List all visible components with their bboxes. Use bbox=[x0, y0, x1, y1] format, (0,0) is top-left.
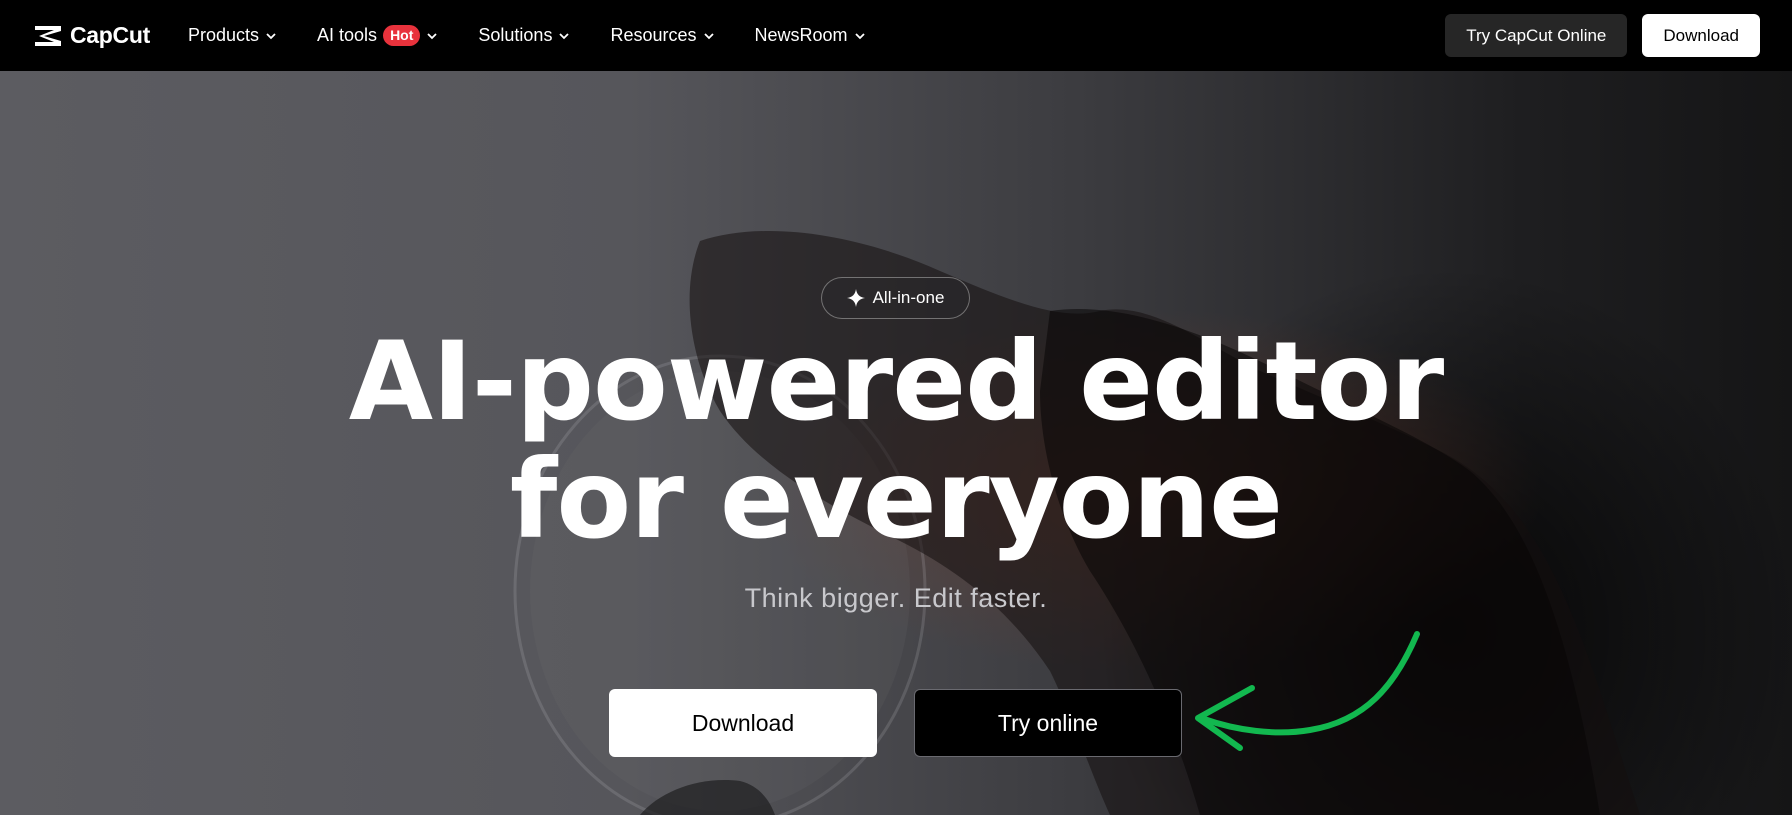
chevron-down-icon bbox=[559, 32, 570, 39]
chevron-down-icon bbox=[854, 32, 865, 39]
hero-section: All-in-one AI-powered editor for everyon… bbox=[0, 71, 1792, 815]
chevron-down-icon bbox=[703, 32, 714, 39]
nav-item-label: NewsRoom bbox=[754, 25, 848, 45]
brand-name: CapCut bbox=[70, 22, 150, 48]
nav-item-ai-tools[interactable]: AI tools Hot bbox=[317, 0, 438, 71]
nav-item-label: Solutions bbox=[478, 25, 553, 45]
hot-badge: Hot bbox=[383, 25, 421, 46]
nav-item-label: Products bbox=[187, 25, 260, 45]
brand-logo[interactable]: CapCut bbox=[32, 22, 150, 49]
pill-label: All-in-one bbox=[872, 288, 945, 307]
nav-item-label: AI tools bbox=[317, 25, 378, 45]
hero-download-button[interactable]: Download bbox=[609, 689, 877, 757]
try-online-button[interactable]: Try online bbox=[914, 689, 1182, 757]
nav-actions: Try CapCut Online Download bbox=[1445, 14, 1760, 57]
headline-line-1: AI-powered editor bbox=[348, 318, 1444, 445]
hero-headline: AI-powered editor for everyone bbox=[300, 323, 1492, 559]
sparkle-icon bbox=[846, 289, 865, 307]
nav-item-label: Resources bbox=[610, 25, 697, 45]
chevron-down-icon bbox=[427, 32, 438, 39]
top-nav: CapCut Products AI tools Hot Solutions R… bbox=[0, 0, 1792, 71]
hero-tagline: Think bigger. Edit faster. bbox=[744, 583, 1048, 613]
capcut-logo-icon bbox=[35, 25, 61, 46]
nav-download-button[interactable]: Download bbox=[1642, 14, 1760, 57]
curved-arrow-icon bbox=[1195, 631, 1420, 751]
headline-line-2: for everyone bbox=[509, 436, 1283, 563]
nav-item-resources[interactable]: Resources bbox=[610, 0, 714, 71]
all-in-one-pill: All-in-one bbox=[821, 277, 970, 319]
nav-item-newsroom[interactable]: NewsRoom bbox=[755, 0, 866, 71]
nav-item-products[interactable]: Products bbox=[188, 0, 277, 71]
nav-item-solutions[interactable]: Solutions bbox=[478, 0, 570, 71]
try-capcut-online-button[interactable]: Try CapCut Online bbox=[1445, 14, 1628, 57]
main-menu: Products AI tools Hot Solutions Resource… bbox=[188, 0, 906, 71]
chevron-down-icon bbox=[266, 32, 276, 39]
